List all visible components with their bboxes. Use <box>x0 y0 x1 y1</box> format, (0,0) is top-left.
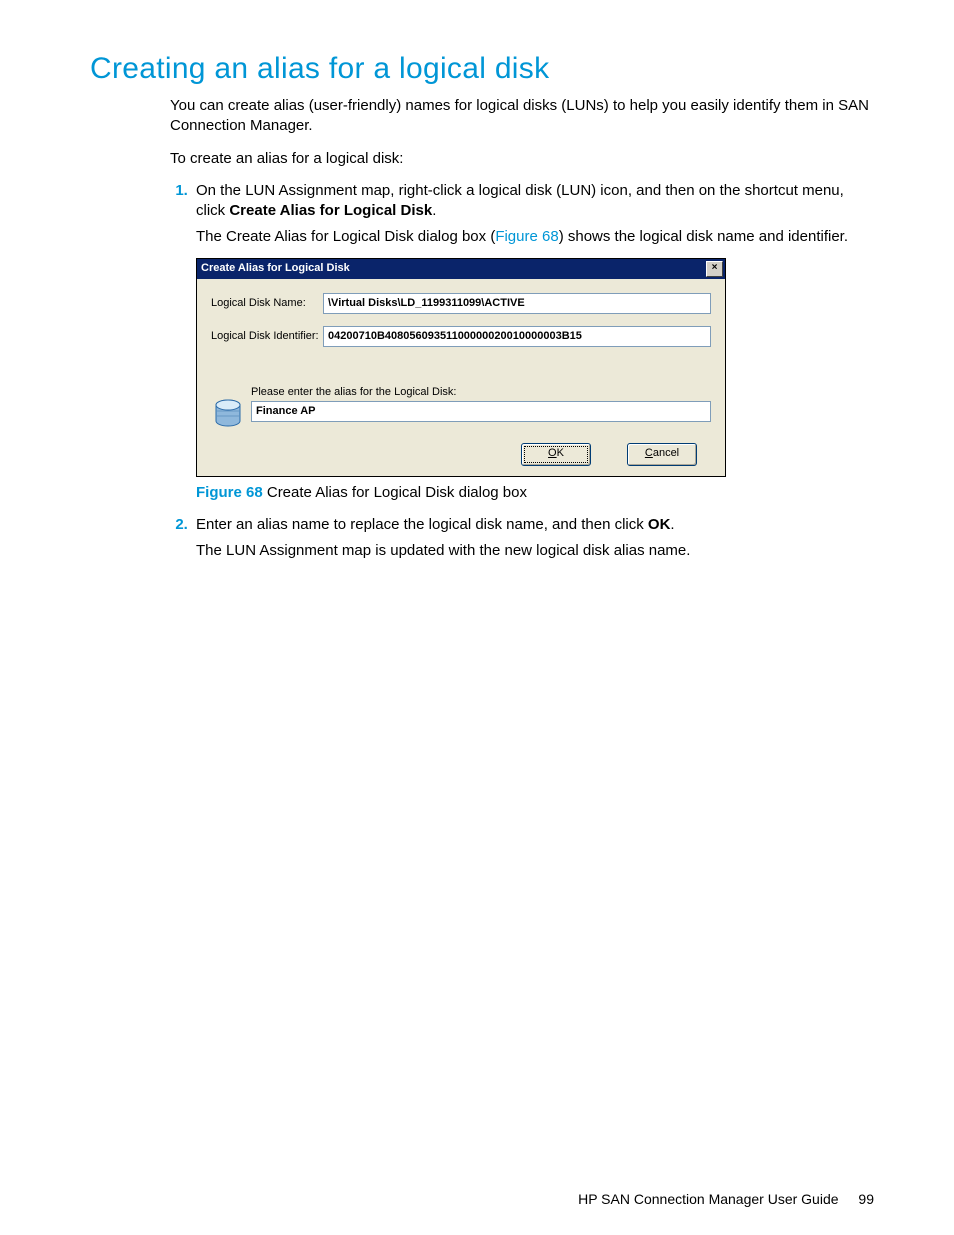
step-2-bold: OK <box>648 516 671 533</box>
label-disk-id: Logical Disk Identifier: <box>211 329 323 344</box>
alias-prompt: Please enter the alias for the Logical D… <box>251 385 711 400</box>
alias-area: Please enter the alias for the Logical D… <box>211 385 711 429</box>
figure-caption: Figure 68 Create Alias for Logical Disk … <box>196 483 874 503</box>
page-footer: HP SAN Connection Manager User Guide 99 <box>578 1191 874 1207</box>
dialog-body: Logical Disk Name: \Virtual Disks\LD_119… <box>197 279 725 476</box>
step-1-sub-b: ) shows the logical disk name and identi… <box>559 228 848 245</box>
cancel-button[interactable]: Cancel <box>627 443 697 466</box>
step-1-bold: Create Alias for Logical Disk <box>229 202 432 219</box>
disk-icon <box>211 385 245 429</box>
page-number: 99 <box>858 1191 874 1207</box>
dialog-buttons: OK Cancel <box>211 443 711 466</box>
step-2: Enter an alias name to replace the logic… <box>192 515 874 562</box>
step-2-period: . <box>670 516 674 533</box>
step-2-text-a: Enter an alias name to replace the logic… <box>196 516 648 533</box>
step-1-sub: The Create Alias for Logical Disk dialog… <box>196 227 874 247</box>
dialog-title: Create Alias for Logical Disk <box>201 261 350 276</box>
intro-paragraph: You can create alias (user-friendly) nam… <box>170 96 874 137</box>
alias-input[interactable]: Finance AP <box>251 401 711 422</box>
ok-button[interactable]: OK <box>521 443 591 466</box>
lead-in-paragraph: To create an alias for a logical disk: <box>170 149 874 169</box>
create-alias-dialog: Create Alias for Logical Disk × Logical … <box>196 258 726 477</box>
step-1-sub-a: The Create Alias for Logical Disk dialog… <box>196 228 495 245</box>
field-disk-id: 04200710B40805609351100000020010000003B1… <box>323 326 711 347</box>
dialog-titlebar: Create Alias for Logical Disk × <box>197 259 725 279</box>
figure-label: Figure 68 <box>196 484 263 501</box>
figure-link[interactable]: Figure 68 <box>495 228 558 245</box>
step-1: On the LUN Assignment map, right-click a… <box>192 181 874 503</box>
field-disk-name: \Virtual Disks\LD_1199311099\ACTIVE <box>323 293 711 314</box>
step-2-sub: The LUN Assignment map is updated with t… <box>196 541 874 561</box>
figure-caption-text: Create Alias for Logical Disk dialog box <box>263 484 527 501</box>
steps-list: On the LUN Assignment map, right-click a… <box>170 181 874 562</box>
step-1-period: . <box>432 202 436 219</box>
close-icon[interactable]: × <box>706 261 723 277</box>
row-disk-name: Logical Disk Name: \Virtual Disks\LD_119… <box>211 293 711 314</box>
section-heading: Creating an alias for a logical disk <box>90 52 874 86</box>
row-disk-id: Logical Disk Identifier: 04200710B408056… <box>211 326 711 347</box>
label-disk-name: Logical Disk Name: <box>211 296 323 311</box>
footer-title: HP SAN Connection Manager User Guide <box>578 1191 838 1207</box>
